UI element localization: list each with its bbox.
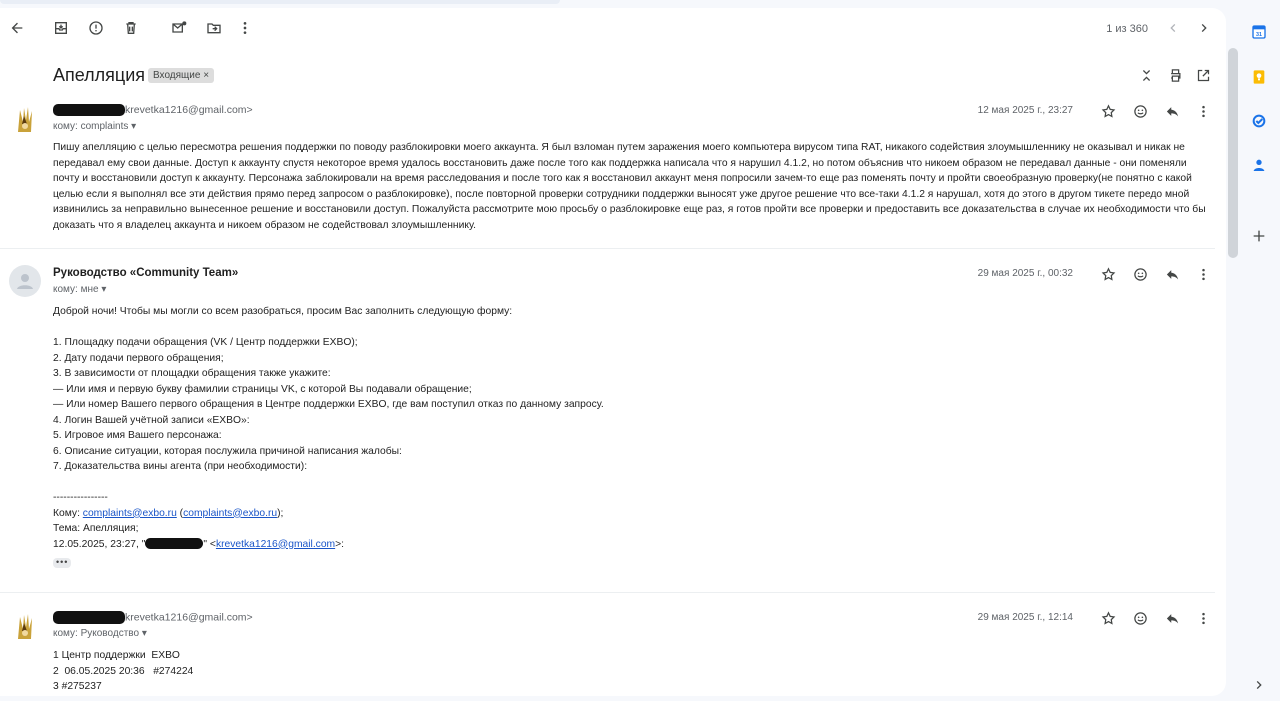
pager-count: 1 из 360 [1106,23,1148,35]
message-body-text: Пишу апелляцию с целью пересмотра решени… [53,142,1206,231]
arrow-back-icon[interactable] [7,18,27,38]
greeting-text: Доброй ночи! Чтобы мы могли со всем разо… [53,306,513,317]
quote-subject: Тема: Апелляция; [53,523,139,534]
sender-avatar [9,609,41,641]
form-line: — Или номер Вашего первого обращения в Ц… [53,399,604,410]
show-trimmed-content-button[interactable]: ••• [53,558,72,568]
inbox-label-chip[interactable]: Входящие × [148,68,215,83]
message-more-icon[interactable] [1194,102,1212,120]
default-avatar-icon [9,265,41,297]
trash-icon[interactable] [121,18,141,38]
expand-panel-icon[interactable] [1250,676,1268,694]
chevron-right-icon[interactable] [1194,18,1214,38]
star-icon[interactable] [1099,102,1117,120]
reply-line: 1 Центр поддержки EXBO [53,650,180,661]
scrollbar[interactable] [1228,48,1238,258]
dropdown-arrow-icon[interactable]: ▾ [142,628,147,639]
print-icon[interactable] [1166,66,1184,84]
tasks-icon[interactable] [1250,112,1268,130]
more-vert-icon[interactable] [235,18,255,38]
quote-to-line: Кому: complaints@exbo.ru (complaints@exb… [53,507,284,519]
toolbar: 1 из 360 [0,8,1226,50]
calendar-icon[interactable]: 31 [1250,23,1268,41]
message-date: 12 мая 2025 г., 23:27 [977,105,1073,116]
reply-line: 3 #275237 [53,681,102,692]
recipient-text: кому: мне [53,284,99,295]
form-line: 6. Описание ситуации, которая послужила … [53,445,402,457]
redacted-sender-name [53,611,125,624]
collapse-all-icon[interactable] [1137,66,1155,84]
open-in-new-window-icon[interactable] [1194,66,1212,84]
sender-email: krevetka1216@gmail.com> [125,611,253,624]
email-link[interactable]: complaints@exbo.ru [83,508,177,519]
form-line: 3. В зависимости от площадки обращения т… [53,368,331,379]
quote-to-label: Кому: [53,507,83,519]
contacts-icon[interactable] [1250,156,1268,174]
email-link[interactable]: krevetka1216@gmail.com [216,539,335,550]
email-link[interactable]: complaints@exbo.ru [183,508,277,519]
sender-line: krevetka1216@gmail.com> [53,611,253,624]
reply-line: 2 06.05.2025 20:36 #274224 [53,665,194,677]
chevron-left-icon[interactable] [1163,18,1183,38]
emoji-react-icon[interactable] [1131,609,1149,627]
message-date: 29 мая 2025 г., 00:32 [977,268,1073,279]
dropdown-arrow-icon[interactable]: ▾ [131,121,136,132]
dropdown-arrow-icon[interactable]: ▾ [101,284,106,295]
message-more-icon[interactable] [1194,609,1212,627]
sender-line: Руководство «Community Team» [53,267,238,279]
message-divider [0,248,1215,249]
mail-view: 1 из 360 Апелляция Входящие × krevetka12… [0,8,1226,696]
message-body: Пишу апелляцию с целью пересмотра решени… [53,140,1213,233]
star-icon[interactable] [1099,265,1117,283]
form-line: 7. Доказательства вины агента (при необх… [53,461,308,472]
archive-icon[interactable] [51,18,71,38]
move-to-folder-icon[interactable] [204,18,224,38]
redacted-name [145,538,204,550]
svg-text:31: 31 [1256,32,1262,38]
recipient-line[interactable]: кому: complaints ▾ [53,121,136,132]
sender-name: Руководство «Community Team» [53,267,239,279]
recipient-line[interactable]: кому: мне ▾ [53,284,106,295]
message-body: 1 Центр поддержки EXBO 2 06.05.2025 20:3… [53,648,653,695]
report-spam-icon[interactable] [86,18,106,38]
message-date: 29 мая 2025 г., 12:14 [977,612,1073,623]
emoji-react-icon[interactable] [1131,265,1149,283]
sender-email: krevetka1216@gmail.com> [125,104,253,117]
quote-date-line: 12.05.2025, 23:27, " " <krevetka1216@gmai… [53,538,345,550]
recipient-line[interactable]: кому: Руководство ▾ [53,628,147,639]
top-strip [0,0,560,4]
thread-subject: Апелляция [53,65,146,85]
message-divider [0,592,1215,593]
form-line: 2. Дату подачи первого обращения; [53,352,224,364]
message-more-icon[interactable] [1194,265,1212,283]
star-icon[interactable] [1099,609,1117,627]
recipient-text: кому: complaints [53,121,129,132]
emoji-react-icon[interactable] [1131,102,1149,120]
form-line: — Или имя и первую букву фамилии страниц… [53,383,472,395]
form-line: 1. Площадку подачи обращения (VK / Центр… [53,337,358,348]
keep-icon[interactable] [1250,68,1268,86]
reply-icon[interactable] [1163,609,1181,627]
add-addon-icon[interactable] [1250,227,1268,245]
form-line: 5. Игровое имя Вашего персонажа: [53,430,222,441]
redacted-sender-name [53,104,125,116]
quote-separator: ---------------- [53,492,108,503]
sender-line: krevetka1216@gmail.com> [53,104,253,116]
reply-icon[interactable] [1163,102,1181,120]
quote-date: 12.05.2025, 23:27, " [53,538,146,550]
sender-avatar [9,102,41,134]
mark-unread-icon[interactable] [169,18,189,38]
form-line: 4. Логин Вашей учётной записи «EXBO»: [53,414,250,426]
message-body: Доброй ночи! Чтобы мы могли со всем разо… [53,304,1153,571]
reply-icon[interactable] [1163,265,1181,283]
recipient-text: кому: Руководство [53,628,140,639]
